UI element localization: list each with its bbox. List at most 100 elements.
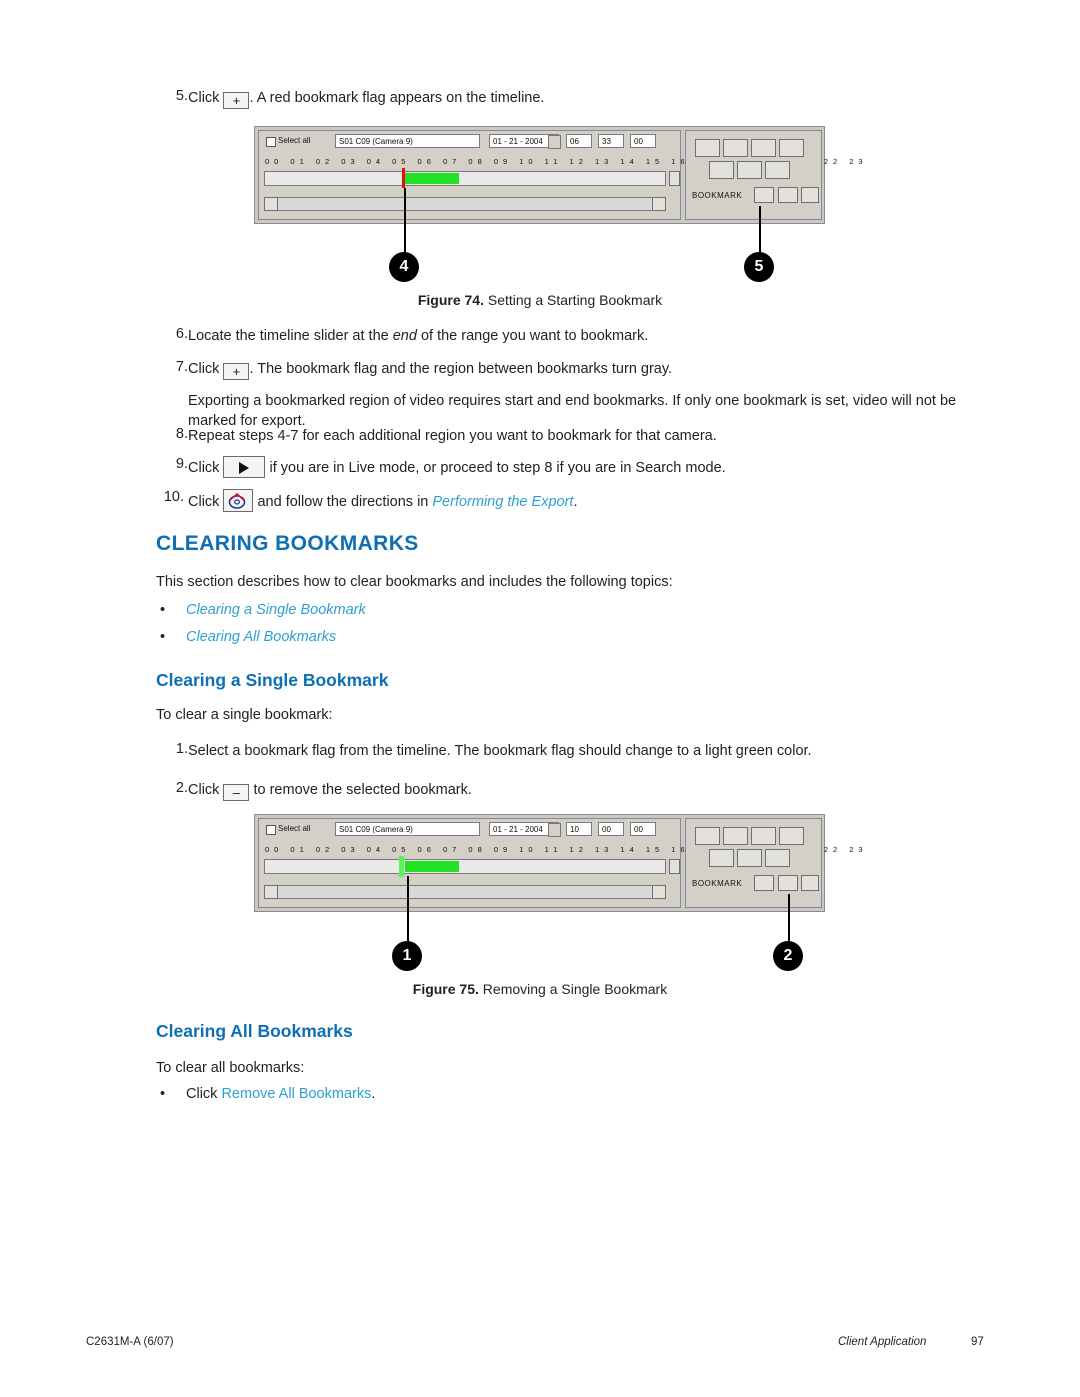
fast-forward-button[interactable] xyxy=(751,139,776,157)
bookmark-group-label: BOOKMARK xyxy=(692,191,743,200)
figure-74-caption: Figure 74. Setting a Starting Bookmark xyxy=(0,292,1080,308)
camera-field[interactable]: S01 C09 (Camera 9) xyxy=(335,134,480,148)
time-second-field-2[interactable]: 00 xyxy=(630,822,656,836)
bookmark-group-label-2: BOOKMARK xyxy=(692,879,743,888)
section-intro: This section describes how to clear book… xyxy=(156,574,673,590)
step-10-text: Click and follow the directions in Perfo… xyxy=(188,489,577,512)
rewind-button-2[interactable] xyxy=(723,827,748,845)
all-intro: To clear all bookmarks: xyxy=(156,1060,305,1076)
jump-end-button[interactable] xyxy=(779,139,804,157)
bookmark-region-highlight-2 xyxy=(405,861,459,872)
bookmark-export-button[interactable] xyxy=(801,187,819,203)
single-step-2-post: to remove the selected bookmark. xyxy=(253,782,472,798)
bookmark-remove-button[interactable] xyxy=(778,187,798,203)
topic-link-2-label: Clearing All Bookmarks xyxy=(186,629,337,645)
step-5-pre: Click xyxy=(188,90,220,106)
callout-1-leader xyxy=(407,876,409,942)
scroll-left-button[interactable] xyxy=(264,197,278,211)
single-step-1-number: 1. xyxy=(175,741,188,757)
step-6-number: 6. xyxy=(175,326,188,342)
topic-link-1-label: Clearing a Single Bookmark xyxy=(186,602,366,618)
time-hour-field[interactable]: 06 xyxy=(566,134,592,148)
export-disc-icon xyxy=(229,492,246,509)
scroll-right-button[interactable] xyxy=(652,197,666,211)
date-dropdown-icon-2[interactable] xyxy=(548,823,561,837)
remove-all-bookmarks-link[interactable]: Remove All Bookmarks xyxy=(221,1086,371,1102)
remove-all-post: . xyxy=(371,1086,376,1102)
step-7-text: Click +. The bookmark flag and the regio… xyxy=(188,359,672,380)
play-button-2[interactable] xyxy=(765,849,790,867)
callout-4-leader xyxy=(404,188,406,254)
timeline-track-2[interactable] xyxy=(264,859,666,874)
add-bookmark-button-icon[interactable]: + xyxy=(223,92,250,109)
add-bookmark-button-icon-2[interactable]: + xyxy=(223,363,250,380)
rewind-button[interactable] xyxy=(723,139,748,157)
fast-forward-button-2[interactable] xyxy=(751,827,776,845)
play-button-icon[interactable] xyxy=(223,456,266,478)
page-title: CLEARING BOOKMARKS xyxy=(156,532,419,555)
footer-page-number: 97 xyxy=(971,1336,984,1348)
bookmark-flag[interactable] xyxy=(402,168,405,188)
time-minute-field[interactable]: 33 xyxy=(598,134,624,148)
camera-field-2[interactable]: S01 C09 (Camera 9) xyxy=(335,822,480,836)
bookmark-add-button-2[interactable] xyxy=(754,875,774,891)
time-minute-field-2[interactable]: 00 xyxy=(598,822,624,836)
callout-5: 5 xyxy=(744,252,774,282)
select-all-checkbox-2[interactable] xyxy=(266,825,276,835)
date-dropdown-icon[interactable] xyxy=(548,135,561,149)
play-reverse-button[interactable] xyxy=(709,161,734,179)
bookmark-region-highlight xyxy=(405,173,459,184)
single-step-2-number: 2. xyxy=(175,780,188,796)
timeline-options-button[interactable] xyxy=(669,171,680,186)
scroll-left-button-2[interactable] xyxy=(264,885,278,899)
stop-button[interactable] xyxy=(737,161,762,179)
select-all-label-2: Select all xyxy=(278,824,311,833)
selected-bookmark-flag[interactable] xyxy=(399,856,404,877)
performing-the-export-link[interactable]: Performing the Export xyxy=(432,494,573,510)
jump-start-button[interactable] xyxy=(695,139,720,157)
callout-1: 1 xyxy=(392,941,422,971)
remove-bookmark-button-icon[interactable]: – xyxy=(223,784,250,801)
timeline-track[interactable] xyxy=(264,171,666,186)
play-reverse-button-2[interactable] xyxy=(709,849,734,867)
bookmark-add-button[interactable] xyxy=(754,187,774,203)
select-all-label: Select all xyxy=(278,136,311,145)
jump-start-button-2[interactable] xyxy=(695,827,720,845)
export-button-icon[interactable] xyxy=(223,489,254,512)
play-button[interactable] xyxy=(765,161,790,179)
bookmark-remove-button-2[interactable] xyxy=(778,875,798,891)
step-10-pre: Click xyxy=(188,494,220,510)
step-5-text: Click +. A red bookmark flag appears on … xyxy=(188,88,544,109)
figure-74-screenshot: Select all S01 C09 (Camera 9) 01 - 21 - … xyxy=(254,126,863,224)
step-9-pre: Click xyxy=(188,460,220,476)
time-second-field[interactable]: 00 xyxy=(630,134,656,148)
timeline-options-button-2[interactable] xyxy=(669,859,680,874)
export-note: Exporting a bookmarked region of video r… xyxy=(188,393,957,429)
footer-left: C2631M-A (6/07) xyxy=(86,1336,174,1348)
remove-all-bookmarks-line: Click Remove All Bookmarks. xyxy=(186,1084,375,1104)
subsection-clearing-single: Clearing a Single Bookmark xyxy=(156,670,389,690)
callout-2-leader xyxy=(788,894,790,942)
step-8-number: 8. xyxy=(175,426,188,442)
single-step-1-text: Select a bookmark flag from the timeline… xyxy=(188,743,812,759)
step-6-b: of the range you want to bookmark. xyxy=(416,328,649,344)
timeline-scrollbar-2[interactable] xyxy=(264,885,666,899)
bullet-dot-icon: • xyxy=(160,1086,166,1102)
bullet-dot-icon: • xyxy=(160,602,166,618)
scroll-right-button-2[interactable] xyxy=(652,885,666,899)
timeline-scrollbar[interactable] xyxy=(264,197,666,211)
step-7-post: . The bookmark flag and the region betwe… xyxy=(249,361,673,377)
step-7-pre: Click xyxy=(188,361,220,377)
document-page: 5. Click +. A red bookmark flag appears … xyxy=(0,0,1080,1397)
jump-end-button-2[interactable] xyxy=(779,827,804,845)
bullet-dot-icon: • xyxy=(160,629,166,645)
step-8-text: Repeat steps 4-7 for each additional reg… xyxy=(188,428,717,444)
bookmark-export-button-2[interactable] xyxy=(801,875,819,891)
single-intro: To clear a single bookmark: xyxy=(156,707,333,723)
step-number: 5. xyxy=(175,88,188,104)
step-6-text: Locate the timeline slider at the end of… xyxy=(188,326,648,346)
figure-75-screenshot: Select all S01 C09 (Camera 9) 01 - 21 - … xyxy=(254,814,863,912)
time-hour-field-2[interactable]: 10 xyxy=(566,822,592,836)
stop-button-2[interactable] xyxy=(737,849,762,867)
select-all-checkbox[interactable] xyxy=(266,137,276,147)
